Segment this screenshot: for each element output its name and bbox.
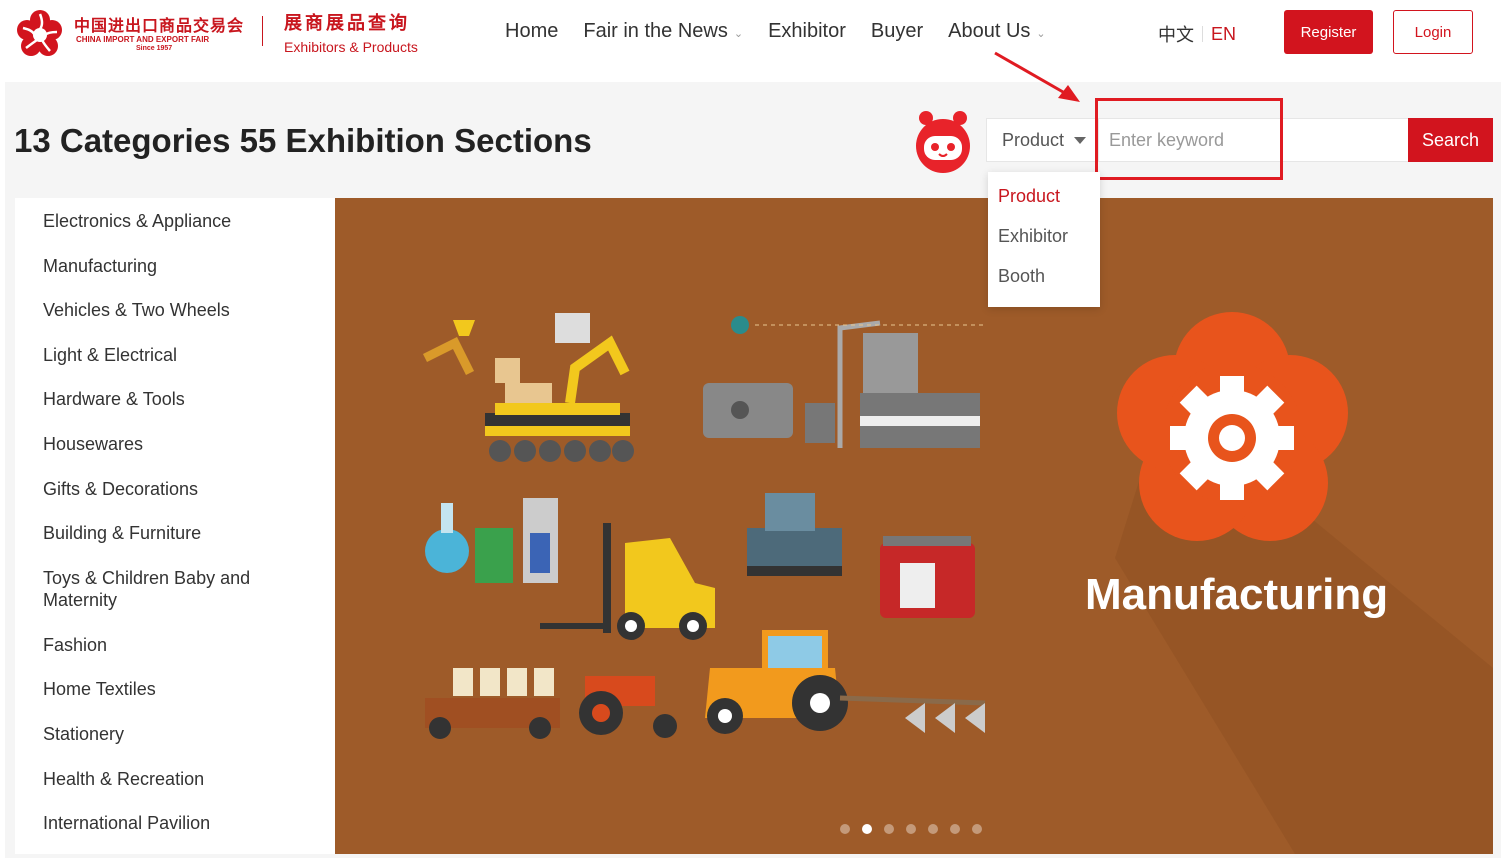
category-badge — [1117, 312, 1348, 541]
language-switcher: 中文 EN — [1158, 21, 1236, 47]
carousel-dots — [840, 824, 982, 834]
nav-item-home[interactable]: Home — [505, 20, 558, 43]
category-item-international-pavilion[interactable]: International Pavilion — [15, 812, 335, 857]
login-button[interactable]: Login — [1393, 10, 1473, 54]
search-type-value: Product — [1002, 129, 1065, 150]
industrial-machine-icon — [747, 493, 842, 576]
category-item-label: Toys & Children Baby and Maternity — [43, 567, 251, 610]
category-item-gifts-decorations[interactable]: Gifts & Decorations — [15, 478, 335, 523]
caret-down-icon — [1074, 137, 1086, 144]
lang-divider — [1202, 26, 1203, 42]
mascot-icon — [916, 111, 970, 173]
nav-item-exhibitor[interactable]: Exhibitor — [768, 20, 846, 43]
logo-chinese-text: 中国进出口商品交易会 — [74, 16, 245, 35]
chemistry-flask-icon — [425, 498, 558, 583]
carousel-dot-active[interactable] — [862, 824, 872, 834]
logo-divider — [262, 16, 263, 46]
logo-since-text: Since 1957 — [136, 45, 173, 52]
nav-item-about-us[interactable]: About Us ⌄ — [948, 20, 1045, 43]
register-button[interactable]: Register — [1284, 10, 1373, 54]
nav-item-label: Buyer — [870, 20, 924, 42]
banner-illustration — [422, 312, 1493, 854]
forklift-icon — [540, 523, 715, 640]
site-header: 中国进出口商品交易会 CHINA IMPORT AND EXPORT FAIR … — [0, 0, 1501, 80]
category-item-health-recreation[interactable]: Health & Recreation — [15, 768, 335, 813]
banner-title: Manufacturing — [1085, 570, 1389, 619]
category-item-housewares[interactable]: Housewares — [15, 433, 335, 478]
logo-english-text: CHINA IMPORT AND EXPORT FAIR — [76, 35, 210, 44]
site-subtitle-english: Exhibitors & Products — [284, 39, 418, 55]
nav-item-label: Exhibitor — [768, 20, 846, 42]
annotation-arrow-icon — [994, 51, 1080, 102]
lang-chinese-link[interactable]: 中文 — [1158, 21, 1194, 47]
main-nav: Home Fair in the News ⌄ Exhibitor Buyer A… — [505, 20, 1071, 43]
category-item-manufacturing[interactable]: Manufacturing — [15, 255, 335, 300]
nav-item-label: About Us — [948, 20, 1031, 42]
dropdown-option-exhibitor[interactable]: Exhibitor — [988, 226, 1100, 266]
dropdown-option-booth[interactable]: Booth — [988, 266, 1100, 306]
page-title: 13 Categories 55 Exhibition Sections — [14, 122, 592, 159]
category-item-hardware-tools[interactable]: Hardware & Tools — [15, 388, 335, 433]
site-subtitle-chinese: 展商展品查询 — [284, 13, 410, 34]
lang-english-link[interactable]: EN — [1211, 24, 1236, 45]
carousel-dot[interactable] — [950, 824, 960, 834]
search-input-highlight-annotation — [1095, 98, 1283, 180]
carousel-dot[interactable] — [928, 824, 938, 834]
carousel-dot[interactable] — [906, 824, 916, 834]
factory-machine-icon — [703, 316, 985, 448]
category-item-electronics-appliance[interactable]: Electronics & Appliance — [15, 210, 335, 255]
category-item-vehicles-two-wheels[interactable]: Vehicles & Two Wheels — [15, 299, 335, 344]
search-button[interactable]: Search — [1408, 118, 1493, 162]
nav-item-label: Fair in the News — [583, 20, 728, 42]
nav-item-label: Home — [505, 20, 559, 42]
generator-icon — [880, 536, 975, 618]
nav-item-fair-in-the-news[interactable]: Fair in the News ⌄ — [583, 20, 743, 43]
carousel-dot[interactable] — [972, 824, 982, 834]
category-item-building-furniture[interactable]: Building & Furniture — [15, 522, 335, 567]
chevron-down-icon: ⌄ — [733, 27, 744, 40]
search-type-dropdown: Product Exhibitor Booth — [988, 172, 1100, 307]
category-item-fashion[interactable]: Fashion — [15, 634, 335, 679]
category-item-stationery[interactable]: Stationery — [15, 723, 335, 768]
category-item-home-textiles[interactable]: Home Textiles — [15, 678, 335, 723]
chevron-down-icon: ⌄ — [1036, 27, 1046, 40]
category-banner[interactable]: Manufacturing — [335, 198, 1493, 854]
category-item-light-electrical[interactable]: Light & Electrical — [15, 344, 335, 389]
carousel-dot[interactable] — [884, 824, 894, 834]
carousel-dot[interactable] — [840, 824, 850, 834]
dropdown-option-product[interactable]: Product — [988, 186, 1100, 226]
tractor-icon — [425, 630, 986, 739]
category-sidebar: Electronics & Appliance Manufacturing Ve… — [15, 198, 335, 854]
search-type-select[interactable]: Product — [986, 118, 1099, 162]
category-item-toys-children[interactable]: Toys & Children Baby and Maternity — [15, 567, 335, 634]
canton-fair-logo-icon[interactable] — [14, 8, 66, 58]
nav-item-buyer[interactable]: Buyer — [871, 20, 923, 43]
robot-crawler-icon — [422, 313, 634, 462]
